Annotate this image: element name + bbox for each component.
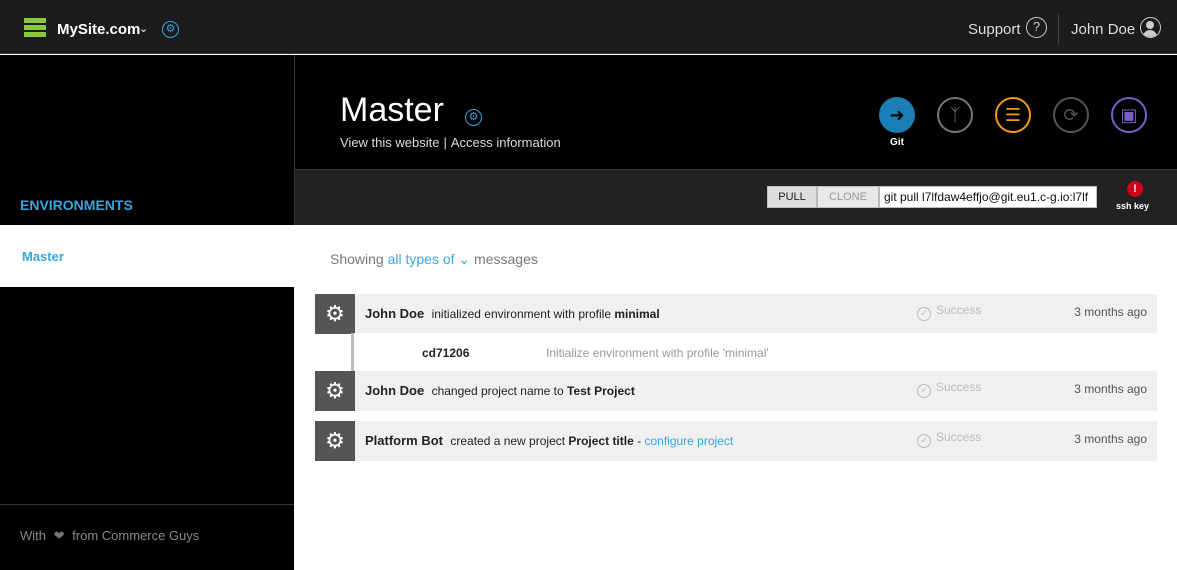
gear-icon[interactable]: ⚙: [465, 109, 482, 126]
activity-description: Platform Bot created a new project Proje…: [365, 433, 733, 448]
activity-author: Platform Bot: [365, 433, 443, 448]
merge-button[interactable]: ☰: [995, 97, 1031, 133]
activity-time: 3 months ago: [1074, 382, 1147, 396]
support-link[interactable]: Support: [968, 21, 1021, 38]
gear-icon: ⚙: [315, 421, 355, 461]
status-badge: ✓ Success: [917, 380, 981, 398]
view-website-link[interactable]: View this website: [340, 135, 439, 150]
activity-target: Test Project: [567, 384, 635, 398]
gear-icon: ⚙: [315, 294, 355, 334]
site-name[interactable]: MySite.com: [57, 21, 140, 38]
activity-item[interactable]: ⚙ John Doe initialized environment with …: [315, 294, 1157, 334]
activity-item[interactable]: ⚙ John Doe changed project name to Test …: [315, 371, 1157, 411]
gear-icon: ⚙: [315, 371, 355, 411]
git-command-field[interactable]: git pull l7lfdaw4effjo@git.eu1.c-g.io:l7…: [879, 186, 1097, 208]
branch-button[interactable]: ᛉ: [937, 97, 973, 133]
divider: [1058, 14, 1059, 44]
commit-message: Initialize environment with profile 'min…: [546, 346, 769, 360]
clone-tab[interactable]: CLONE: [817, 186, 879, 208]
git-label: Git: [890, 137, 904, 148]
activity-text: changed project name to: [431, 384, 564, 398]
gear-icon[interactable]: ⚙: [162, 21, 179, 38]
activity-time: 3 months ago: [1074, 305, 1147, 319]
commit-hash[interactable]: cd71206: [422, 346, 469, 360]
activity-description: John Doe initialized environment with pr…: [365, 306, 660, 321]
arrow-right-icon: ➜: [889, 105, 905, 125]
activity-dash: -: [637, 434, 642, 448]
help-icon[interactable]: ?: [1026, 17, 1047, 38]
sidebar: ENVIRONMENTS Master With ❤ from Commerce…: [0, 55, 294, 570]
sync-button[interactable]: ⟳: [1053, 97, 1089, 133]
check-icon: ✓: [917, 384, 931, 398]
status-text: Success: [936, 303, 982, 317]
activity-description: John Doe changed project name to Test Pr…: [365, 383, 635, 398]
access-information-link[interactable]: Access information: [451, 135, 561, 150]
activity-target: Project title: [568, 434, 634, 448]
alert-icon[interactable]: !: [1127, 181, 1143, 197]
layers-icon: ☰: [1004, 105, 1022, 125]
environment-links: View this website | Access information: [340, 135, 561, 150]
backup-button[interactable]: ▣: [1111, 97, 1147, 133]
pull-tab[interactable]: PULL: [767, 186, 817, 208]
activity-author: John Doe: [365, 306, 425, 321]
environment-title: Master: [340, 91, 444, 129]
footer-credit: With ❤ from Commerce Guys: [20, 528, 199, 544]
user-icon[interactable]: [1140, 17, 1161, 38]
status-badge: ✓ Success: [917, 430, 981, 448]
showing-suffix: messages: [474, 251, 538, 267]
logo-icon[interactable]: [24, 18, 46, 37]
git-button[interactable]: ➜: [879, 97, 915, 133]
sidebar-item-label: Master: [22, 249, 64, 264]
message-type-dropdown[interactable]: all types of ⌄: [388, 251, 471, 267]
save-icon: ▣: [1120, 105, 1138, 125]
environments-heading: ENVIRONMENTS: [20, 197, 133, 213]
activity-time: 3 months ago: [1074, 432, 1147, 446]
branch-icon: ᛉ: [949, 105, 961, 125]
status-badge: ✓ Success: [917, 303, 981, 321]
activity-target: minimal: [614, 307, 660, 321]
top-bar: MySite.com ⌄ ⚙ Support ? John Doe: [0, 0, 1177, 54]
heart-icon: ❤: [53, 528, 65, 543]
activity-text: initialized environment with profile: [431, 307, 611, 321]
divider: [0, 504, 294, 505]
filter-label: all types of: [387, 251, 455, 267]
status-text: Success: [936, 430, 982, 444]
check-icon: ✓: [917, 307, 931, 321]
activity-author: John Doe: [365, 383, 425, 398]
footer-prefix: With: [20, 528, 46, 543]
sidebar-item-master[interactable]: Master: [0, 225, 294, 287]
user-menu[interactable]: John Doe: [1071, 21, 1135, 38]
chevron-down-icon: ⌄: [458, 251, 471, 267]
activity-text: created a new project: [450, 434, 566, 448]
link-separator: |: [443, 135, 447, 150]
footer-suffix[interactable]: from Commerce Guys: [72, 528, 199, 543]
activity-item[interactable]: ⚙ Platform Bot created a new project Pro…: [315, 421, 1157, 461]
message-filter: Showing all types of ⌄ messages: [330, 251, 538, 268]
status-text: Success: [936, 380, 982, 394]
sync-icon: ⟳: [1063, 105, 1079, 125]
showing-prefix: Showing: [330, 251, 384, 267]
commit-row: cd71206 Initialize environment with prof…: [351, 333, 1157, 371]
ssh-key-label[interactable]: ssh key: [1116, 201, 1149, 211]
configure-project-link[interactable]: configure project: [644, 434, 733, 448]
check-icon: ✓: [917, 434, 931, 448]
chevron-down-icon[interactable]: ⌄: [139, 22, 148, 35]
